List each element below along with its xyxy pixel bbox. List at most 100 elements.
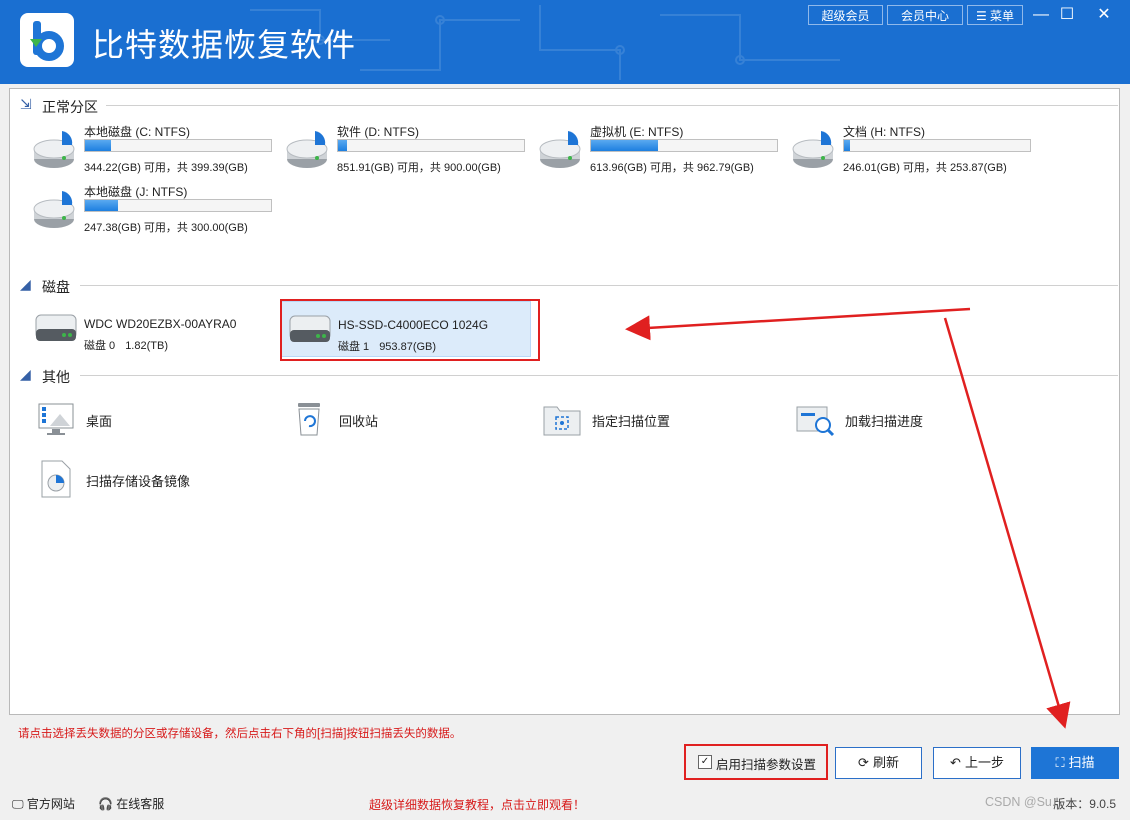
back-arrow-icon[interactable]: ⇲ xyxy=(20,96,34,112)
drive-icon xyxy=(538,127,586,175)
disks-section-header: ◢ 磁盘 xyxy=(10,275,1118,295)
usage-bar xyxy=(590,139,778,152)
headset-icon: 🎧 xyxy=(98,797,113,811)
menu-button-label: 菜单 xyxy=(990,9,1015,23)
disk-name: WDC WD20EZBX-00AYRA0 xyxy=(84,317,237,331)
other-location-name: 回收站 xyxy=(339,414,379,429)
partition-size: 851.91(GB) 可用，共 900.00(GB) xyxy=(337,162,501,174)
monitor-icon: 🖵 xyxy=(12,797,24,811)
title-bar: 比特数据恢复软件 超级会员 会员中心 ☰ 菜单 — ☐ ✕ xyxy=(0,0,1130,84)
other-location-item[interactable]: 加载扫描进度 xyxy=(795,395,1045,443)
usage-bar-fill xyxy=(591,140,658,151)
collapse-triangle-icon[interactable]: ◢ xyxy=(20,366,34,382)
partition-name: 本地磁盘 (C: NTFS) xyxy=(84,125,190,139)
instruction-hint: 请点击选择丢失数据的分区或存储设备，然后点击右下角的[扫描]按钮扫描丢失的数据。 xyxy=(18,728,462,740)
disk-label: 磁盘 1 xyxy=(338,341,370,353)
collapse-triangle-icon[interactable]: ◢ xyxy=(20,276,34,292)
version-label: 版本：9.0.5 xyxy=(1053,797,1116,811)
scan-label: 扫描 xyxy=(1068,755,1095,770)
disk-meta: 磁盘 1 953.87(GB) xyxy=(338,338,436,354)
usage-bar xyxy=(84,199,272,212)
scan-button[interactable]: ⛶ 扫描 xyxy=(1031,747,1119,779)
disk-item[interactable]: HS-SSD-C4000ECO 1024G 磁盘 1 953.87(GB) xyxy=(281,301,531,357)
drive-icon xyxy=(791,127,839,175)
usage-bar xyxy=(337,139,525,152)
previous-step-button[interactable]: ↶ 上一步 xyxy=(933,747,1021,779)
partition-size: 246.01(GB) 可用，共 253.87(GB) xyxy=(843,162,1007,174)
usage-bar-fill xyxy=(844,140,850,151)
drive-icon xyxy=(32,187,80,235)
disks-section-label: 磁盘 xyxy=(42,279,70,295)
maximize-button[interactable]: ☐ xyxy=(1055,4,1079,26)
disk-capacity: 953.87(GB) xyxy=(379,341,437,353)
tutorial-link[interactable]: 超级详细数据恢复教程，点击立即观看！ xyxy=(369,796,585,813)
usage-bar xyxy=(84,139,272,152)
other-location-name: 扫描存储设备镜像 xyxy=(86,474,191,489)
usage-bar xyxy=(843,139,1031,152)
usage-bar-fill xyxy=(338,140,348,151)
scan-params-checkbox[interactable]: ✓ xyxy=(698,755,712,769)
scan-params-label: 启用扫描参数设置 xyxy=(716,758,817,772)
disk-meta: 磁盘 0 1.82(TB) xyxy=(84,337,168,353)
disk-image-icon xyxy=(36,459,76,499)
menu-icon: ☰ xyxy=(975,9,987,23)
app-logo xyxy=(20,13,74,67)
official-website-label: 官方网站 xyxy=(26,797,75,811)
other-location-name: 加载扫描进度 xyxy=(845,414,924,429)
refresh-icon: ⟳ xyxy=(858,755,869,770)
drive-icon xyxy=(285,127,333,175)
section-divider xyxy=(80,375,1118,376)
drive-icon xyxy=(32,127,80,175)
refresh-label: 刷新 xyxy=(872,755,899,770)
previous-step-label: 上一步 xyxy=(964,755,1004,770)
partition-item[interactable]: 本地磁盘 (C: NTFS) 344.22(GB) 可用，共 399.39(GB) xyxy=(32,123,282,179)
partition-item[interactable]: 软件 (D: NTFS) 851.91(GB) 可用，共 900.00(GB) xyxy=(285,123,535,179)
super-member-button[interactable]: 超级会员 xyxy=(808,5,883,25)
other-location-item[interactable]: 指定扫描位置 xyxy=(542,395,792,443)
partition-size: 613.96(GB) 可用，共 962.79(GB) xyxy=(590,162,754,174)
hard-disk-icon xyxy=(34,311,78,347)
others-section-header: ◢ 其他 xyxy=(10,365,1118,385)
partition-name: 虚拟机 (E: NTFS) xyxy=(590,125,684,139)
official-website-link[interactable]: 🖵 官方网站 xyxy=(12,795,75,812)
minimize-button[interactable]: — xyxy=(1029,4,1053,26)
partition-item[interactable]: 本地磁盘 (J: NTFS) 247.38(GB) 可用，共 300.00(GB) xyxy=(32,183,282,239)
back-icon: ↶ xyxy=(950,755,961,770)
partition-name: 本地磁盘 (J: NTFS) xyxy=(84,185,188,199)
usage-bar-fill xyxy=(85,140,112,151)
disk-item[interactable]: WDC WD20EZBX-00AYRA0 磁盘 0 1.82(TB) xyxy=(28,301,278,357)
app-title: 比特数据恢复软件 xyxy=(92,26,357,64)
menu-button[interactable]: ☰ 菜单 xyxy=(967,5,1023,25)
section-divider xyxy=(106,105,1118,106)
member-center-button[interactable]: 会员中心 xyxy=(887,5,963,25)
partition-item[interactable]: 文档 (H: NTFS) 246.01(GB) 可用，共 253.87(GB) xyxy=(791,123,1041,179)
folder-target-icon xyxy=(542,399,582,439)
partition-name: 文档 (H: NTFS) xyxy=(843,125,925,139)
partition-size: 247.38(GB) 可用，共 300.00(GB) xyxy=(84,222,248,234)
disk-label: 磁盘 0 xyxy=(84,340,116,352)
partitions-section-label: 正常分区 xyxy=(42,99,98,115)
usage-bar-fill xyxy=(85,200,119,211)
scan-icon: ⛶ xyxy=(1055,755,1065,770)
online-support-link[interactable]: 🎧 在线客服 xyxy=(98,795,164,812)
recycle-bin-icon xyxy=(289,399,329,439)
other-location-item[interactable]: 桌面 xyxy=(36,395,286,443)
disk-name: HS-SSD-C4000ECO 1024G xyxy=(338,318,489,332)
disk-capacity: 1.82(TB) xyxy=(125,340,168,352)
csdn-watermark: CSDN @Su... xyxy=(985,795,1063,809)
close-button[interactable]: ✕ xyxy=(1092,4,1116,26)
partition-size: 344.22(GB) 可用，共 399.39(GB) xyxy=(84,162,248,174)
desktop-icon xyxy=(36,399,76,439)
others-section-label: 其他 xyxy=(42,369,70,385)
other-location-name: 桌面 xyxy=(86,414,113,429)
refresh-button[interactable]: ⟳ 刷新 xyxy=(835,747,922,779)
partition-item[interactable]: 虚拟机 (E: NTFS) 613.96(GB) 可用，共 962.79(GB) xyxy=(538,123,788,179)
load-progress-icon xyxy=(795,399,835,439)
partition-name: 软件 (D: NTFS) xyxy=(337,125,419,139)
other-location-name: 指定扫描位置 xyxy=(592,414,671,429)
section-divider xyxy=(80,285,1118,286)
other-location-item[interactable]: 扫描存储设备镜像 xyxy=(36,455,286,503)
online-support-label: 在线客服 xyxy=(116,797,165,811)
device-list-panel: ⇲ 正常分区 本地磁盘 (C: NTFS) 344.22(GB) 可用，共 399… xyxy=(9,88,1120,715)
other-location-item[interactable]: 回收站 xyxy=(289,395,539,443)
